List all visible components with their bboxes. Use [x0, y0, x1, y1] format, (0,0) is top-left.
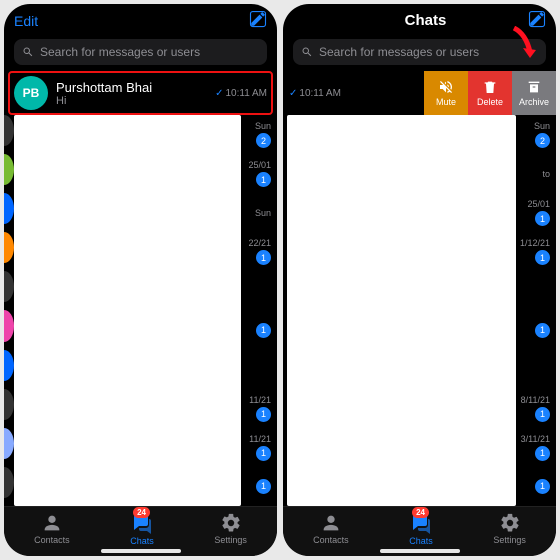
unread-badge: 1: [535, 211, 550, 226]
tab-chats[interactable]: 24 Chats: [130, 511, 154, 546]
header: Edit: [4, 4, 277, 35]
contacts-icon: [320, 512, 342, 534]
unread-badge: 1: [535, 446, 550, 461]
list-item-meta: 22/211: [248, 232, 271, 271]
mute-icon: [438, 79, 454, 95]
chat-preview: Hi: [56, 95, 207, 107]
swipe-delete-button[interactable]: Delete: [468, 71, 512, 115]
avatar-edge: [4, 467, 14, 498]
home-indicator[interactable]: [380, 549, 460, 553]
avatar-edge: [4, 350, 14, 381]
tab-contacts[interactable]: Contacts: [313, 512, 349, 545]
list-item-meta: 25/011: [527, 193, 550, 232]
list-item-meta: 1/12/211: [520, 232, 550, 271]
search-icon: [301, 46, 313, 58]
unread-badge: 2: [256, 133, 271, 148]
unread-badge: 1: [535, 407, 550, 422]
avatar-edge: [4, 193, 14, 224]
avatar-edge: [4, 428, 14, 459]
tab-contacts[interactable]: Contacts: [34, 512, 70, 545]
avatar: PB: [14, 76, 48, 110]
settings-icon: [499, 512, 521, 534]
phone-right: Chats Search for messages or users ✓10:1…: [283, 4, 556, 556]
list-item-meta: 1: [535, 467, 550, 506]
tab-settings[interactable]: Settings: [493, 512, 526, 545]
list-item-meta: to: [542, 154, 550, 193]
unread-badge: 2: [535, 133, 550, 148]
chat-name: Purshottam Bhai: [56, 80, 207, 95]
avatar-edge: [4, 232, 14, 263]
edit-button[interactable]: Edit: [14, 13, 38, 29]
avatar-edge: [4, 154, 14, 185]
list-item-meta: 8/11/211: [521, 389, 550, 428]
page-title: Chats: [405, 12, 447, 29]
avatar-edge: [4, 310, 14, 341]
tab-chats[interactable]: 24 Chats: [409, 511, 433, 546]
swipe-archive-button[interactable]: Archive: [512, 71, 556, 115]
tab-badge: 24: [133, 507, 150, 518]
search-placeholder: Search for messages or users: [319, 45, 479, 59]
list-item-meta: 25/011: [248, 154, 271, 193]
avatar-edge: [4, 271, 14, 302]
list-item-meta: 11/211: [249, 428, 271, 467]
unread-badge: 1: [256, 446, 271, 461]
unread-badge: 1: [256, 479, 271, 494]
unread-badge: 1: [256, 250, 271, 265]
archive-icon: [526, 79, 542, 95]
redacted-block: [287, 115, 516, 506]
annotation-arrow: [504, 26, 538, 71]
home-indicator[interactable]: [101, 549, 181, 553]
unread-badge: 1: [535, 323, 550, 338]
unread-badge: 1: [535, 250, 550, 265]
list-item-meta: Sun2: [534, 115, 550, 154]
unread-badge: 1: [256, 407, 271, 422]
unread-badge: 1: [535, 479, 550, 494]
trash-icon: [482, 79, 498, 95]
chat-timestamp: ✓10:11 AM: [215, 88, 267, 99]
compose-button[interactable]: [249, 10, 267, 31]
avatar-edge: [4, 115, 14, 146]
chat-list-body: Sun2to25/0111/12/21118/11/2113/11/2111: [283, 115, 556, 506]
chat-row-remainder[interactable]: ✓10:11 AM: [283, 71, 424, 115]
phone-left: Edit Search for messages or users PB Pur…: [4, 4, 277, 556]
list-item-meta: 1: [256, 310, 271, 349]
search-placeholder: Search for messages or users: [40, 45, 200, 59]
unread-badge: 1: [256, 323, 271, 338]
search-bar[interactable]: Search for messages or users: [14, 39, 267, 65]
chat-row-swiped: ✓10:11 AM Mute Delete Archive: [283, 71, 556, 115]
settings-icon: [220, 512, 242, 534]
list-item-meta: 11/211: [249, 389, 271, 428]
chat-list-body: Sun225/011Sun22/211111/21111/2111: [4, 115, 277, 506]
list-item-meta: 1: [256, 467, 271, 506]
contacts-icon: [41, 512, 63, 534]
unread-badge: 1: [256, 172, 271, 187]
swipe-mute-button[interactable]: Mute: [424, 71, 468, 115]
list-item-meta: Sun: [255, 193, 271, 232]
avatar-edge: [4, 389, 14, 420]
tab-badge: 24: [412, 507, 429, 518]
search-icon: [22, 46, 34, 58]
tab-settings[interactable]: Settings: [214, 512, 247, 545]
chat-row-highlighted[interactable]: PB Purshottam Bhai Hi ✓10:11 AM: [8, 71, 273, 115]
list-item-meta: 3/11/211: [521, 428, 550, 467]
redacted-block: [14, 115, 241, 506]
list-item-meta: 1: [535, 310, 550, 349]
list-item-meta: Sun2: [255, 115, 271, 154]
